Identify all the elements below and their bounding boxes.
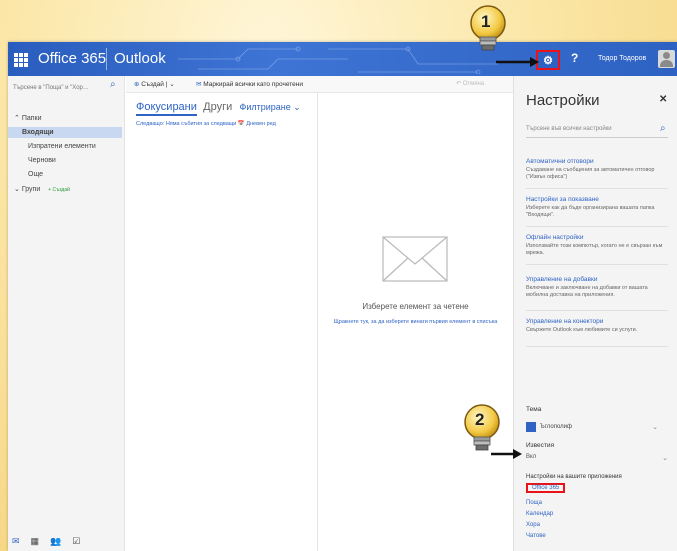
- mail-icon[interactable]: ✉: [12, 536, 20, 547]
- outlook-window: Office 365 Outlook ⚙ ? Тодор Тодоров Тър…: [8, 42, 677, 551]
- notifications-label: Известия: [526, 442, 555, 449]
- module-title[interactable]: Outlook: [114, 50, 166, 67]
- settings-section-head: Офлайн настройки: [526, 234, 584, 241]
- app-settings-label: Настройки на вашите приложения: [526, 474, 622, 480]
- settings-title: Настройки: [526, 92, 600, 109]
- select-first-link[interactable]: Щракнете тук, за да изберете винаги първ…: [318, 318, 513, 326]
- settings-section-head: Автоматични отговори: [526, 158, 594, 165]
- header-separator: [106, 48, 107, 70]
- settings-section-desc: Използвайте този компютър, когато не е с…: [526, 243, 663, 256]
- mark-all-read-button[interactable]: ✉ Маркирай всички като прочетени: [196, 80, 303, 88]
- groups-label: Групи: [21, 186, 41, 193]
- sidebar-item-inbox[interactable]: Входящи: [8, 127, 122, 138]
- mark-all-read-label: Маркирай всички като прочетени: [203, 81, 303, 88]
- app-settings-people[interactable]: Хора: [526, 522, 540, 528]
- message-list: Фокусирани Други Филтриране ⌄ Следващо: …: [126, 93, 318, 551]
- reading-pane-title: Изберете елемент за четене: [362, 302, 469, 311]
- settings-addins[interactable]: Управление на добавки Включване и заключ…: [526, 276, 668, 299]
- undo-button[interactable]: ↶ Отмяна: [456, 80, 484, 87]
- theme-swatch: [526, 422, 536, 432]
- folders-label: Папки: [21, 115, 42, 122]
- settings-connectors[interactable]: Управление на конектори Свържете Outlook…: [526, 318, 668, 334]
- callout-bulb-2: [464, 404, 522, 459]
- app-launcher-icon[interactable]: [12, 51, 28, 67]
- app-settings-mail[interactable]: Поща: [526, 500, 542, 506]
- avatar[interactable]: [658, 50, 675, 68]
- new-group-link[interactable]: + Създай: [48, 187, 70, 193]
- left-navigation: Търсене в "Поща" и "Хор… ⌕ ⌃ Папки Входя…: [8, 76, 125, 551]
- new-button[interactable]: ⊕ Създай | ⌄: [134, 80, 175, 88]
- chevron-up-icon: ⌃: [14, 115, 20, 122]
- notifications-value: Вкл: [526, 454, 537, 460]
- gear-icon: ⚙: [543, 54, 553, 67]
- groups-toggle[interactable]: ⌄ Групи + Създай: [14, 185, 70, 193]
- theme-select[interactable]: Ъглополиф ⌄: [526, 422, 668, 432]
- divider: [526, 188, 668, 189]
- user-name[interactable]: Тодор Тодоров: [598, 55, 646, 62]
- settings-display[interactable]: Настройки за показване Изберете как да б…: [526, 196, 668, 219]
- mail-search-input[interactable]: Търсене в "Поща" и "Хор…: [11, 81, 122, 96]
- chevron-down-icon: ⌄: [652, 424, 658, 431]
- help-button[interactable]: ?: [571, 51, 578, 65]
- divider: [526, 346, 668, 347]
- header-decoration: [178, 46, 498, 74]
- sidebar-item-drafts[interactable]: Чернови: [28, 157, 56, 164]
- app-settings-office365[interactable]: Office 365: [526, 483, 566, 493]
- settings-offline[interactable]: Офлайн настройки Използвайте този компют…: [526, 234, 668, 257]
- settings-pane: Настройки ✕ Търсене във всички настройки…: [513, 76, 677, 551]
- divider: [526, 264, 668, 265]
- app-settings-calendar[interactable]: Календар: [526, 511, 553, 517]
- sidebar-item-label: Входящи: [22, 129, 54, 136]
- reading-pane: Изберете елемент за четене Щракнете тук,…: [318, 93, 513, 551]
- top-bar: Office 365 Outlook ⚙ ? Тодор Тодоров: [8, 42, 677, 76]
- app-settings-chats[interactable]: Чатове: [526, 533, 546, 539]
- sidebar-item-sent[interactable]: Изпратени елементи: [28, 143, 96, 150]
- theme-value: Ъглополиф: [540, 424, 572, 430]
- settings-section-head: Настройки за показване: [526, 196, 599, 203]
- inbox-tabs: Фокусирани Други Филтриране ⌄: [136, 101, 301, 116]
- module-switcher: ✉ ▦ 👥 ☑: [12, 536, 80, 547]
- calendar-icon[interactable]: ▦: [31, 536, 40, 547]
- settings-section-desc: Създаване на съобщения за автоматичен от…: [526, 167, 655, 180]
- envelope-icon: [382, 236, 448, 282]
- settings-section-desc: Свържете Outlook към любимите си услуги.: [526, 327, 638, 333]
- search-icon[interactable]: ⌕: [660, 123, 666, 134]
- command-bar: ⊕ Създай | ⌄ ✉ Маркирай всички като проч…: [126, 76, 513, 93]
- divider: [526, 310, 668, 311]
- chevron-down-icon: ⌄: [662, 455, 668, 462]
- settings-section-head: Управление на добавки: [526, 276, 598, 283]
- sidebar-item-more[interactable]: Още: [28, 171, 43, 178]
- callout-number-2: 2: [475, 410, 485, 429]
- folders-toggle[interactable]: ⌃ Папки: [14, 114, 42, 122]
- callout-bulb-1: [470, 5, 539, 67]
- settings-section-head: Управление на конектори: [526, 318, 604, 325]
- theme-label: Тема: [526, 406, 542, 413]
- settings-section-desc: Включване и заключване на добавки от ваш…: [526, 285, 648, 298]
- chevron-down-icon: ⌄: [14, 186, 20, 193]
- tasks-icon[interactable]: ☑: [72, 536, 80, 547]
- tab-other[interactable]: Други: [203, 101, 232, 113]
- next-agenda-line[interactable]: Следващо: Няма събития за следващи 📅 Дне…: [136, 121, 276, 127]
- settings-search-input[interactable]: Търсене във всички настройки: [526, 120, 668, 138]
- callout-number-1: 1: [481, 12, 491, 31]
- tab-focused[interactable]: Фокусирани: [136, 101, 197, 116]
- divider: [526, 226, 668, 227]
- envelope-open-icon: ✉: [196, 81, 202, 88]
- plus-icon: ⊕: [134, 81, 140, 88]
- settings-section-desc: Изберете как да бъде организирана вашата…: [526, 205, 655, 218]
- app-title[interactable]: Office 365: [38, 50, 106, 67]
- filter-dropdown[interactable]: Филтриране ⌄: [239, 102, 300, 112]
- notifications-select[interactable]: Вкл ⌄: [526, 454, 668, 462]
- close-icon[interactable]: ✕: [659, 94, 667, 105]
- people-icon[interactable]: 👥: [50, 536, 61, 547]
- new-button-label: Създай | ⌄: [141, 81, 175, 88]
- search-icon[interactable]: ⌕: [110, 79, 116, 90]
- settings-auto-replies[interactable]: Автоматични отговори Създаване на съобще…: [526, 158, 668, 181]
